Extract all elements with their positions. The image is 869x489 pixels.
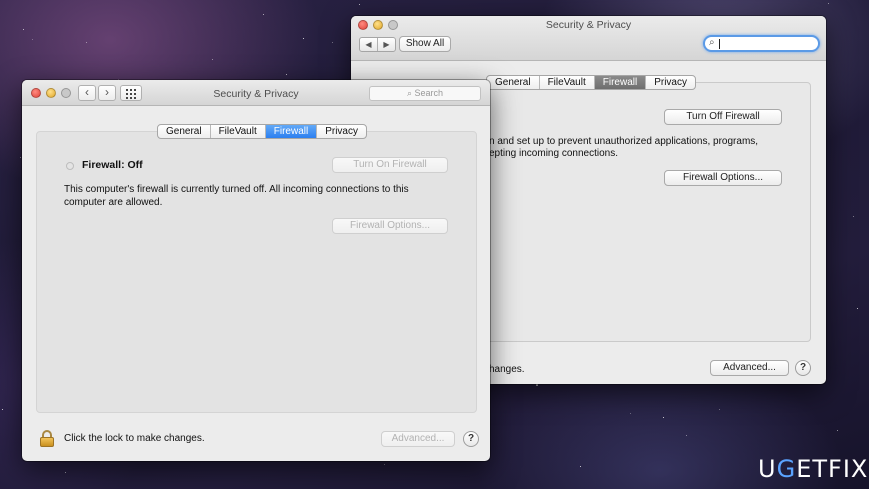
star-dot <box>853 216 854 217</box>
back-arrow-icon[interactable]: ◀ <box>360 38 378 51</box>
title-bar: Security & Privacy ◀ ▶ Show All ⌕ <box>351 16 826 61</box>
ugetfix-watermark-logo: UGETFIX <box>758 455 869 483</box>
lock-icon[interactable] <box>40 430 54 447</box>
star-dot <box>580 466 581 467</box>
firewall-description: This computer's firewall is currently tu… <box>64 184 409 208</box>
star-dot <box>630 413 631 414</box>
star-dot <box>303 38 304 39</box>
star-dot <box>663 417 664 418</box>
star-dot <box>86 42 87 43</box>
star-dot <box>828 3 829 4</box>
show-all-button[interactable]: Show All <box>399 36 451 52</box>
star-dot <box>32 39 33 40</box>
lock-hint-text: Click the lock to make changes. <box>64 433 205 444</box>
description-line-2: epting incoming connections. <box>489 148 618 159</box>
tab-general[interactable]: General <box>158 125 211 138</box>
tab-bar: General FileVault Firewall Privacy <box>486 75 696 90</box>
help-button[interactable]: ? <box>463 431 479 447</box>
star-dot <box>263 14 264 15</box>
title-bar: ‹ › Security & Privacy ⌕ Search <box>22 80 490 106</box>
tab-bar: General FileVault Firewall Privacy <box>157 124 367 139</box>
search-placeholder: Search <box>414 88 444 98</box>
window-title: Security & Privacy <box>545 19 632 31</box>
star-dot <box>332 42 333 43</box>
text-caret <box>719 39 720 49</box>
lock-hint-text: hanges. <box>489 364 525 375</box>
magnifier-icon: ⌕ <box>709 37 715 48</box>
tab-general[interactable]: General <box>487 76 540 89</box>
firewall-options-button[interactable]: Firewall Options... <box>664 170 782 186</box>
content-panel <box>36 131 477 413</box>
turn-on-firewall-button[interactable]: Turn On Firewall <box>332 157 448 173</box>
star-dot <box>286 74 287 75</box>
firewall-status-indicator-icon <box>66 162 74 170</box>
star-dot <box>536 384 538 386</box>
nav-buttons: ◀ ▶ <box>359 37 396 52</box>
tab-firewall[interactable]: Firewall <box>265 125 318 138</box>
star-dot <box>384 464 385 465</box>
advanced-button[interactable]: Advanced... <box>381 431 455 447</box>
turn-off-firewall-button[interactable]: Turn Off Firewall <box>664 109 782 125</box>
search-input[interactable]: ⌕ Search <box>369 86 481 101</box>
forward-arrow-icon[interactable]: ▶ <box>378 38 395 51</box>
star-dot <box>65 472 66 473</box>
help-button[interactable]: ? <box>795 360 811 376</box>
star-dot <box>686 435 687 436</box>
tab-firewall[interactable]: Firewall <box>594 76 647 89</box>
star-dot <box>857 308 858 309</box>
search-input[interactable]: ⌕ <box>703 35 820 52</box>
star-dot <box>359 4 360 5</box>
star-dot <box>2 409 3 410</box>
star-dot <box>20 157 21 158</box>
firewall-status: Firewall: Off <box>82 159 143 171</box>
security-privacy-window: ‹ › Security & Privacy ⌕ Search General … <box>22 80 490 461</box>
magnifier-icon: ⌕ <box>406 88 412 98</box>
tab-filevault[interactable]: FileVault <box>211 125 266 138</box>
star-dot <box>23 29 24 30</box>
firewall-options-button[interactable]: Firewall Options... <box>332 218 448 234</box>
star-dot <box>837 430 838 431</box>
advanced-button[interactable]: Advanced... <box>710 360 789 376</box>
tab-privacy[interactable]: Privacy <box>317 125 366 138</box>
tab-privacy[interactable]: Privacy <box>646 76 695 89</box>
star-dot <box>212 59 213 60</box>
tab-filevault[interactable]: FileVault <box>540 76 595 89</box>
star-dot <box>719 409 720 410</box>
